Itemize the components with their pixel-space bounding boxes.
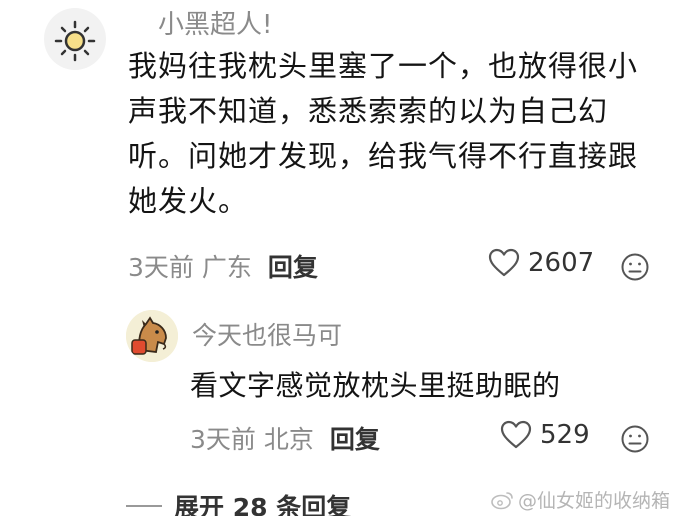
expand-replies-label: 展开 28 条回复 <box>174 493 352 516</box>
avatar[interactable] <box>126 310 178 362</box>
comment-time-location: 3天前 广东 <box>128 253 252 282</box>
divider <box>126 505 162 507</box>
watermark-text: @仙女姬的收纳箱 <box>518 490 671 512</box>
weibo-logo-icon <box>491 491 513 509</box>
like-count: 529 <box>540 420 590 450</box>
reply-username[interactable]: 今天也很马可 <box>192 316 342 352</box>
reply-time-location: 3天前 北京 <box>190 425 314 454</box>
heart-icon <box>500 420 532 449</box>
avatar[interactable] <box>44 8 106 70</box>
heart-icon <box>488 248 520 277</box>
reply-button[interactable]: 回复 <box>330 420 380 456</box>
unhappy-face-icon[interactable] <box>620 424 650 454</box>
comment-username[interactable]: 小黑超人! <box>158 4 272 41</box>
reply-meta: 3天前 北京 回复 <box>190 420 380 456</box>
comment-meta: 3天前 广东 回复 <box>128 248 318 284</box>
like-button[interactable]: 2607 <box>488 248 594 278</box>
watermark: @仙女姬的收纳箱 <box>490 486 670 513</box>
sun-icon <box>54 20 96 62</box>
comment-content: 我妈往我枕头里塞了一个，也放得很小声我不知道，悉悉索索的以为自己幻听。问她才发现… <box>128 49 639 218</box>
horse-icon <box>126 310 178 362</box>
like-count: 2607 <box>528 248 595 278</box>
reply-button[interactable]: 回复 <box>268 248 318 284</box>
expand-replies-button[interactable]: 展开 28 条回复 <box>126 488 351 516</box>
reply-content: 看文字感觉放枕头里挺助眠的 <box>190 369 561 402</box>
like-button[interactable]: 529 <box>500 420 590 450</box>
unhappy-face-icon[interactable] <box>620 252 650 282</box>
